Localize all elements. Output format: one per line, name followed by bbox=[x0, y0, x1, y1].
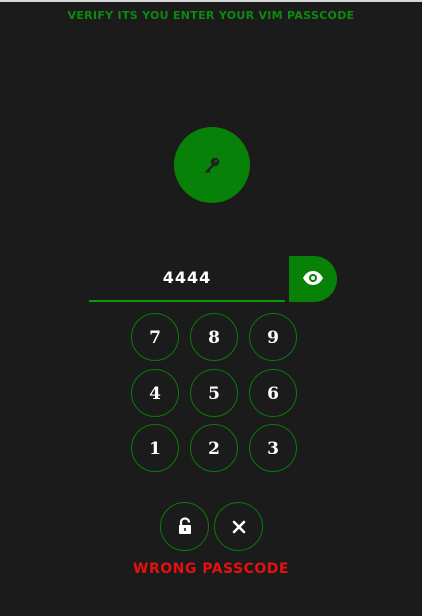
keypad-key-2[interactable]: 2 bbox=[190, 424, 238, 472]
close-icon bbox=[232, 520, 246, 534]
clear-button[interactable] bbox=[214, 502, 263, 551]
keypad-key-6[interactable]: 6 bbox=[249, 369, 297, 417]
toggle-visibility-button[interactable] bbox=[289, 256, 337, 302]
eye-icon bbox=[303, 271, 323, 285]
page-title: VERIFY ITS YOU ENTER YOUR VIM PASSCODE bbox=[67, 9, 355, 22]
keypad-key-5[interactable]: 5 bbox=[190, 369, 238, 417]
unlock-button[interactable] bbox=[160, 502, 209, 551]
window-top-border bbox=[0, 0, 422, 2]
keypad-key-7[interactable]: 7 bbox=[131, 313, 179, 361]
passcode-field[interactable]: 4444 bbox=[89, 258, 285, 302]
keypad-key-1[interactable]: 1 bbox=[131, 424, 179, 472]
key-badge bbox=[174, 127, 250, 203]
error-message: WRONG PASSCODE bbox=[133, 561, 289, 577]
keypad-key-9[interactable]: 9 bbox=[249, 313, 297, 361]
unlock-icon bbox=[179, 517, 191, 534]
keypad-key-8[interactable]: 8 bbox=[190, 313, 238, 361]
keypad-key-3[interactable]: 3 bbox=[249, 424, 297, 472]
keypad-key-4[interactable]: 4 bbox=[131, 369, 179, 417]
key-icon bbox=[205, 157, 220, 174]
